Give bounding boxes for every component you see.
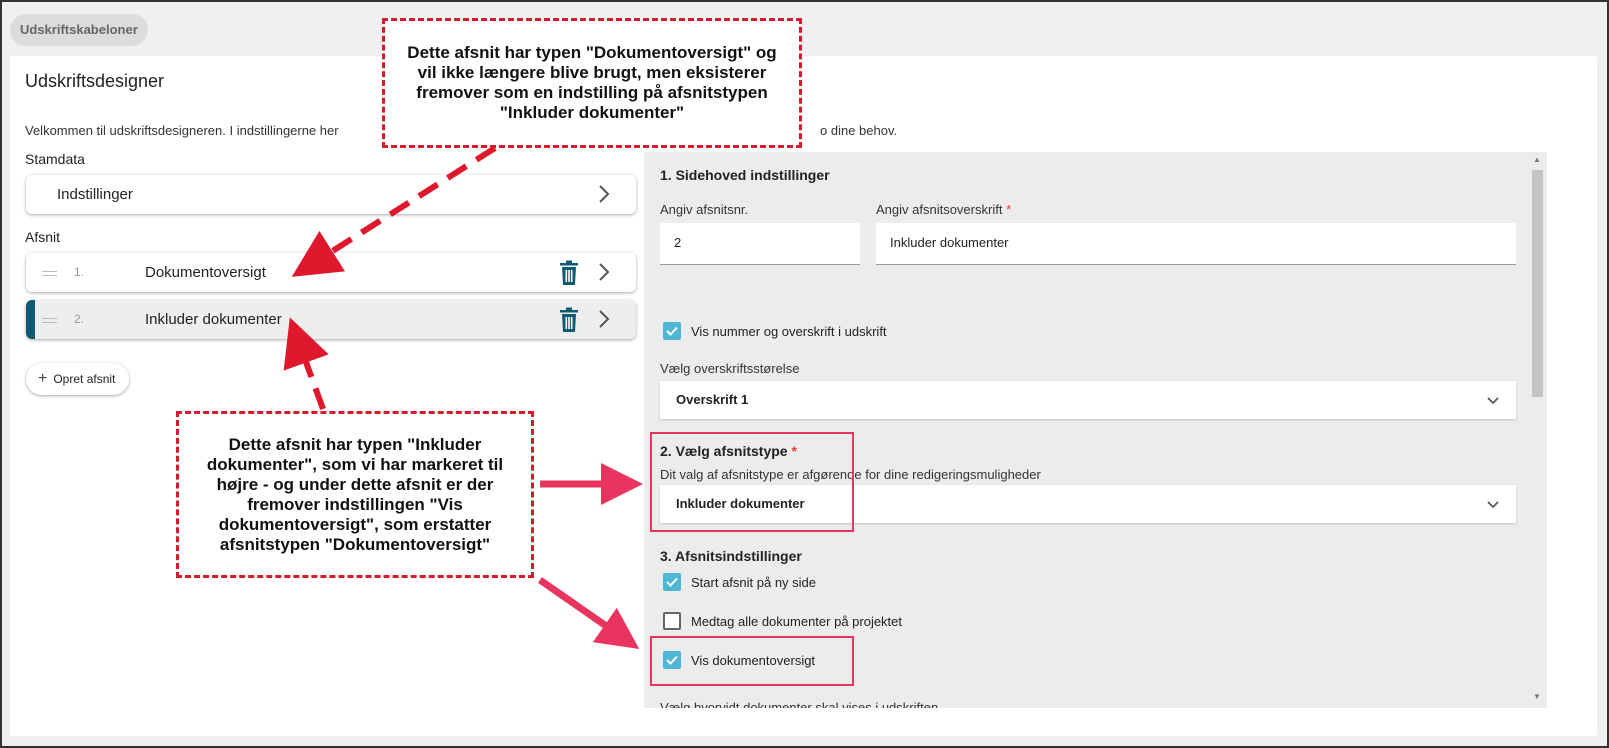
arrow-to-inkluder-dokumenter	[283, 317, 329, 411]
annotation-arrows	[283, 145, 643, 649]
arrow-to-document-overview	[538, 577, 640, 649]
arrow-to-dokumentoversigt	[291, 145, 497, 277]
